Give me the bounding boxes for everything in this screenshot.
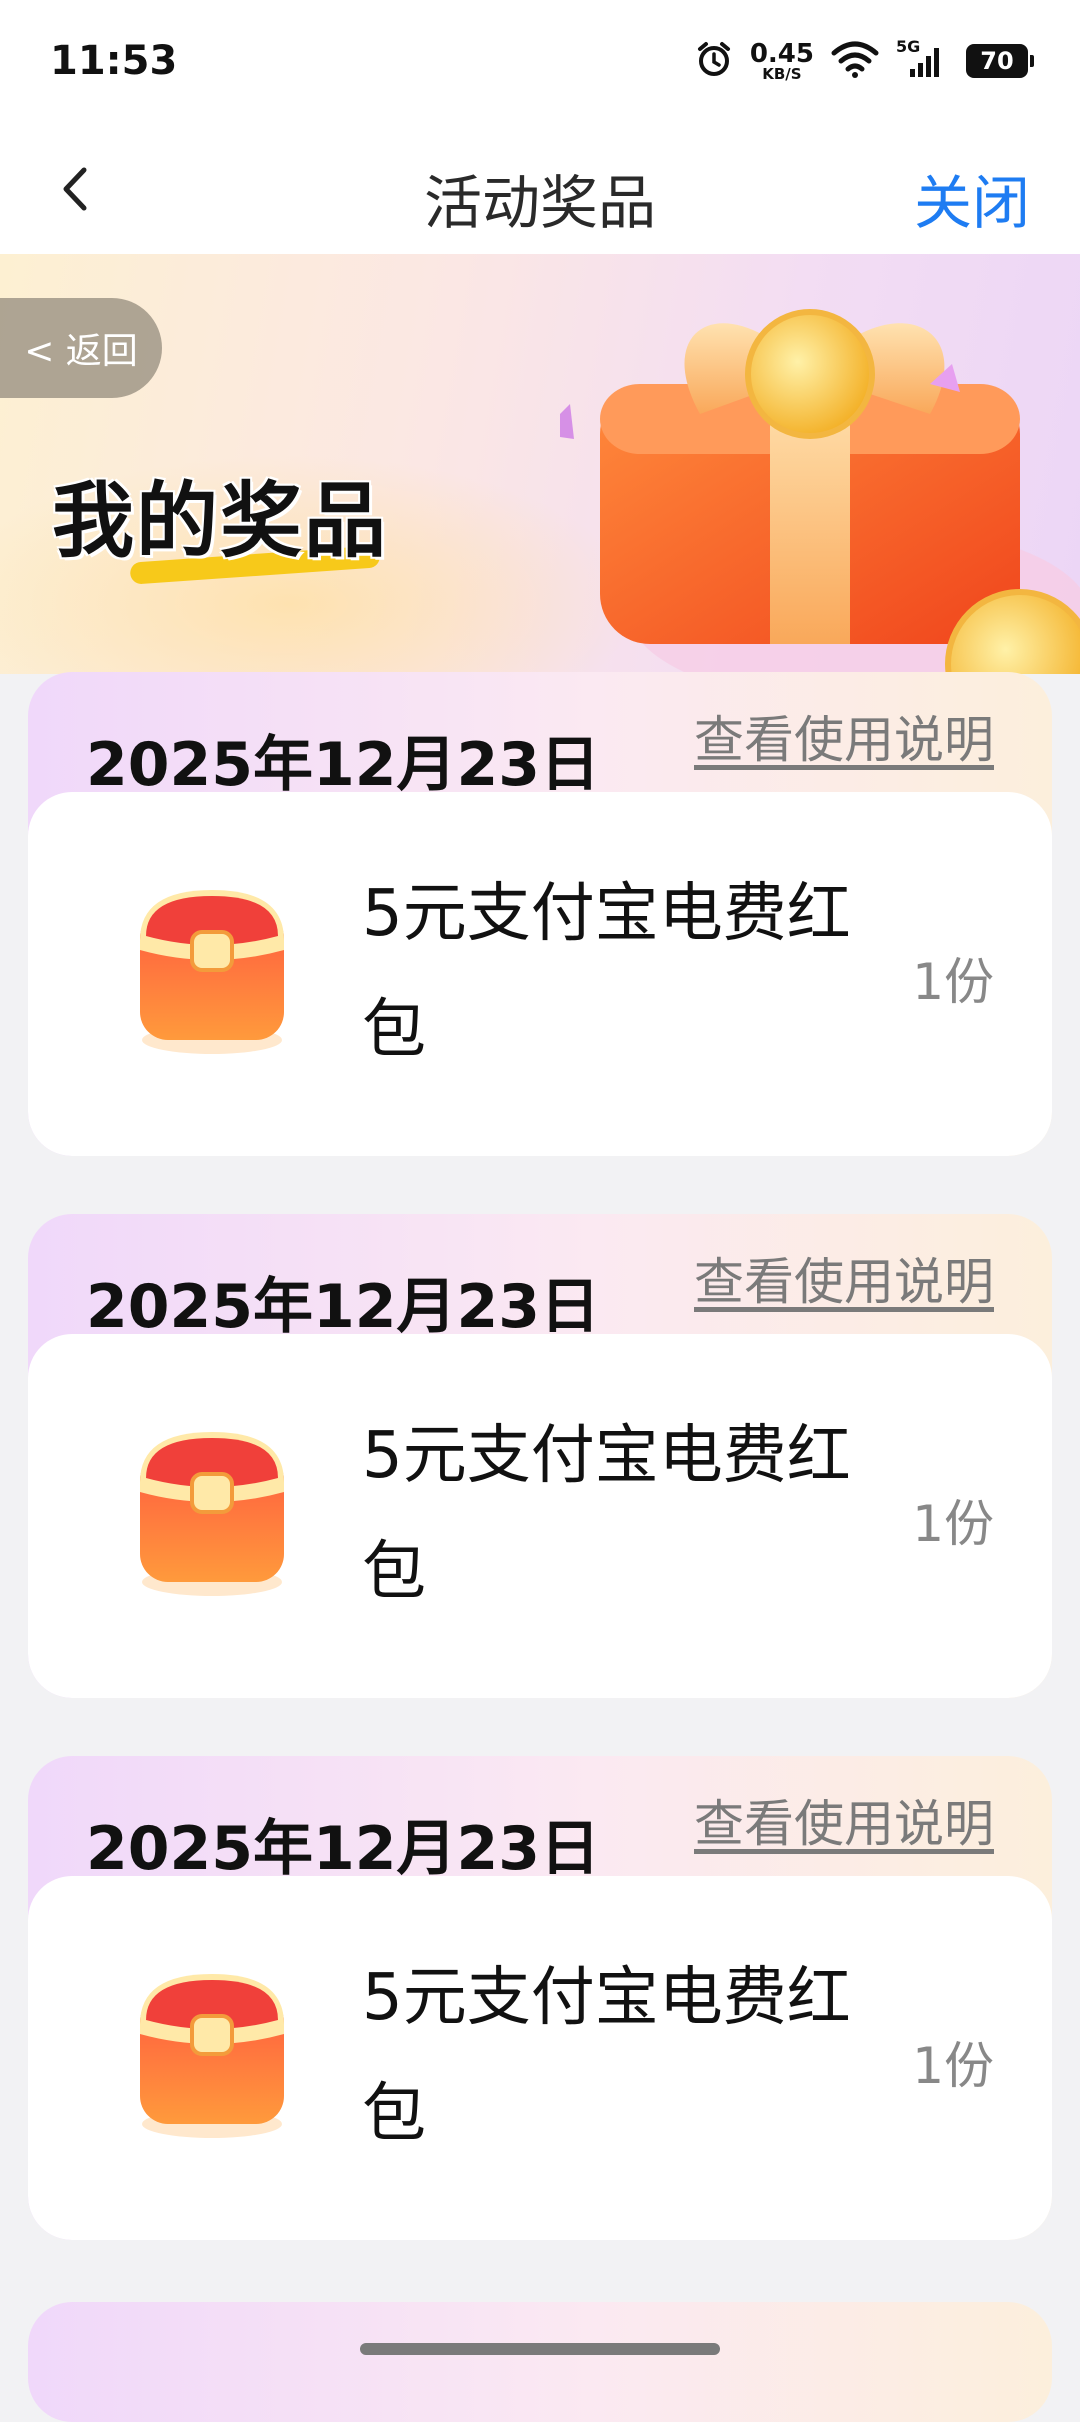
- prize-card-body: 5元支付宝电费红包 1份: [28, 792, 1052, 1156]
- red-packet-icon: [140, 890, 284, 1054]
- network-speed: 0.45 KB/S: [749, 38, 814, 83]
- prize-quantity: 1份: [912, 1495, 994, 1553]
- prize-quantity: 1份: [912, 2037, 994, 2095]
- gift-box-icon: [560, 309, 1080, 674]
- prize-card: 2025年12月23日 查看使用说明 5元支付宝电费红包 1份: [28, 1756, 1052, 2240]
- prize-date: 2025年12月23日: [86, 1814, 600, 1884]
- prize-quantity: 1份: [912, 953, 994, 1011]
- prize-date: 2025年12月23日: [86, 1272, 600, 1342]
- prize-name: 5元支付宝电费红包: [362, 1419, 851, 1609]
- status-icons: 0.45 KB/S 5G 70: [694, 36, 1034, 86]
- prize-name: 5元支付宝电费红包: [362, 1961, 851, 2151]
- status-bar: 11:53 0.45 KB/S 5G 70: [0, 0, 1080, 124]
- prize-card-body: 5元支付宝电费红包 1份: [28, 1334, 1052, 1698]
- alarm-icon: [694, 39, 734, 83]
- banner-title: 我的奖品: [52, 474, 389, 569]
- wifi-icon: [830, 39, 880, 83]
- prize-name: 5元支付宝电费红包: [362, 877, 851, 1067]
- return-button[interactable]: < 返回: [0, 298, 162, 398]
- banner: < 返回 我的奖品: [0, 254, 1080, 674]
- home-indicator[interactable]: [360, 2343, 720, 2355]
- usage-instructions-link[interactable]: 查看使用说明: [694, 700, 994, 772]
- nav-bar: 活动奖品 关闭: [0, 124, 1080, 254]
- cellular-signal-icon: 5G: [896, 37, 946, 81]
- red-packet-icon: [140, 1974, 284, 2138]
- battery-indicator: 70: [966, 44, 1034, 78]
- red-packet-icon: [140, 1432, 284, 1596]
- prize-card: 2025年12月23日 查看使用说明 5元支付宝电费红包 1份: [28, 672, 1052, 1156]
- prize-card: 2025年12月23日 查看使用说明 5元支付宝电费红包 1份: [28, 1214, 1052, 1698]
- close-button[interactable]: 关闭: [914, 156, 1030, 240]
- prize-card-partial: [28, 2302, 1052, 2422]
- prize-date: 2025年12月23日: [86, 730, 600, 800]
- status-time: 11:53: [50, 38, 178, 84]
- usage-instructions-link[interactable]: 查看使用说明: [694, 1242, 994, 1314]
- prize-card-body: 5元支付宝电费红包 1份: [28, 1876, 1052, 2240]
- usage-instructions-link[interactable]: 查看使用说明: [694, 1784, 994, 1856]
